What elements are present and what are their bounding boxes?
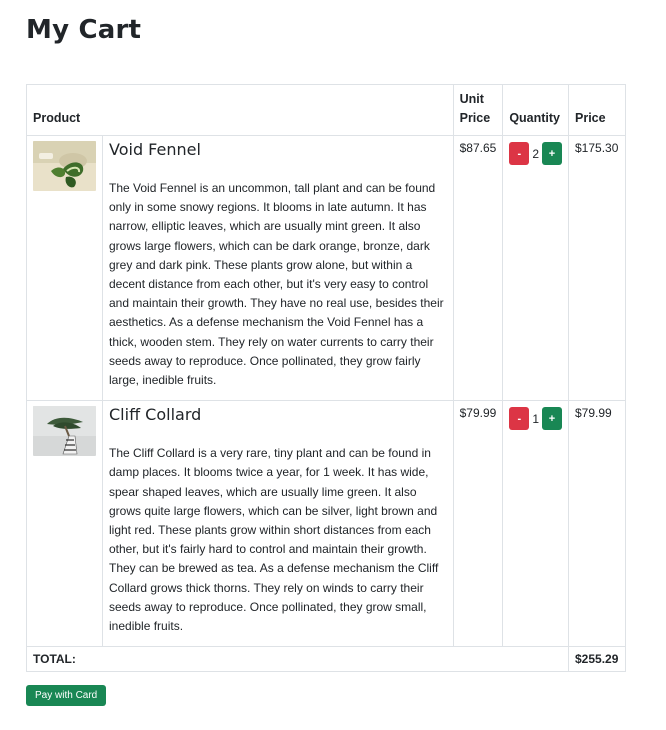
total-label: TOTAL: <box>26 646 569 673</box>
product-thumbnail-cell <box>26 400 103 648</box>
total-row: TOTAL: $255.29 <box>26 646 626 673</box>
header-product: Product <box>26 84 454 136</box>
increase-quantity-button[interactable]: + <box>542 142 562 165</box>
table-header-row: Product Unit Price Quantity Price <box>26 84 626 136</box>
quantity-cell: - 1 + <box>502 400 569 648</box>
product-details-cell: Cliff Collard The Cliff Collard is a ver… <box>102 400 454 648</box>
page-title: My Cart <box>26 15 142 45</box>
product-description: The Cliff Collard is a very rare, tiny p… <box>109 446 439 634</box>
product-name: Cliff Collard <box>109 405 202 425</box>
header-price: Price <box>568 84 626 136</box>
unit-price-cell: $87.65 <box>452 134 504 402</box>
product-image-void-fennel <box>33 141 96 191</box>
quantity-stepper: - 2 + <box>509 142 562 165</box>
pay-with-card-button[interactable]: Pay with Card <box>26 685 107 706</box>
quantity-cell: - 2 + <box>502 134 569 402</box>
increase-quantity-button[interactable]: + <box>542 407 562 431</box>
cart-page: My Cart <box>0 0 666 46</box>
product-description: The Void Fennel is an uncommon, tall pla… <box>109 181 444 388</box>
header-unit-price: Unit Price <box>452 84 504 136</box>
header-quantity: Quantity <box>502 84 569 136</box>
table-row: Void Fennel The Void Fennel is an uncomm… <box>26 134 626 402</box>
total-value: $255.29 <box>568 646 626 673</box>
line-price-cell: $79.99 <box>568 400 626 648</box>
cart-table: Product Unit Price Quantity Price Void F… <box>26 84 626 673</box>
unit-price-cell: $79.99 <box>452 400 504 648</box>
quantity-value: 2 <box>532 146 539 161</box>
quantity-stepper: - 1 + <box>509 407 562 431</box>
line-price-cell: $175.30 <box>568 134 626 402</box>
product-details-cell: Void Fennel The Void Fennel is an uncomm… <box>102 134 454 402</box>
product-image-cliff-collard <box>33 406 96 457</box>
product-name: Void Fennel <box>109 140 201 159</box>
quantity-value: 1 <box>532 411 539 426</box>
product-thumbnail-cell <box>26 134 103 402</box>
decrease-quantity-button[interactable]: - <box>509 142 530 165</box>
table-row: Cliff Collard The Cliff Collard is a ver… <box>26 400 626 648</box>
decrease-quantity-button[interactable]: - <box>509 407 530 431</box>
